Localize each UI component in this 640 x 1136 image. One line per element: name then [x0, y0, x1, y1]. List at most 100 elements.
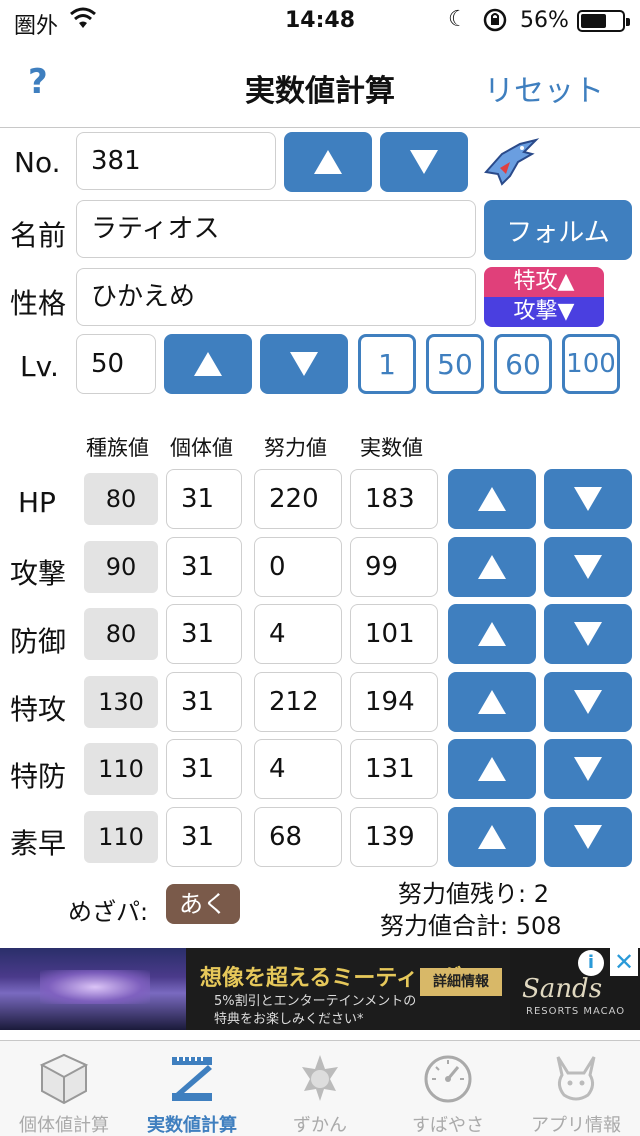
header-base: 種族値 [86, 436, 149, 460]
stat-base: 110 [84, 811, 158, 863]
stat-value-input[interactable]: 131 [350, 739, 438, 799]
pikachu-icon [556, 1056, 596, 1101]
speedometer-icon [424, 1055, 472, 1103]
ad-info-icon[interactable]: i [578, 950, 604, 976]
down-arrow-icon [574, 622, 602, 646]
lv-up-button[interactable] [164, 334, 252, 394]
down-arrow-icon [410, 150, 438, 174]
ad-image [0, 948, 186, 1030]
stat-ev-input[interactable]: 4 [254, 604, 342, 664]
tab-label: ずかん [293, 1115, 347, 1136]
lv-preset-50-button[interactable]: 50 [426, 334, 484, 394]
stat-iv-input[interactable]: 31 [166, 739, 242, 799]
moon-icon: ☾ [448, 7, 468, 32]
stat-ev-input[interactable]: 4 [254, 739, 342, 799]
stat-ev-input[interactable]: 0 [254, 537, 342, 597]
stat-down-button[interactable] [544, 739, 632, 799]
lv-preset-60-button[interactable]: 60 [494, 334, 552, 394]
stat-down-button[interactable] [544, 807, 632, 867]
tab-label: 実数値計算 [147, 1115, 237, 1136]
ev-remaining: 努力値残り: 2 [398, 880, 549, 908]
ad-close-icon[interactable]: ✕ [610, 948, 638, 976]
stat-down-button[interactable] [544, 672, 632, 732]
stat-iv-input[interactable]: 31 [166, 469, 242, 529]
reset-button[interactable]: リセット [484, 66, 604, 110]
ruler-z-icon [172, 1057, 212, 1101]
battery-percent: 56% [520, 8, 569, 33]
up-arrow-icon [478, 487, 506, 511]
down-arrow-icon [574, 487, 602, 511]
name-input[interactable]: ラティオス [76, 200, 476, 258]
stat-iv-input[interactable]: 31 [166, 807, 242, 867]
stat-up-button[interactable] [448, 739, 536, 799]
lv-input[interactable]: 50 [76, 334, 156, 394]
hidden-power-label: めざパ: [68, 898, 149, 926]
tab-bar: 個体値計算 実数値計算 ずかん すばやさ アプリ情報 [0, 1040, 640, 1136]
stat-value-input[interactable]: 99 [350, 537, 438, 597]
up-arrow-icon [478, 555, 506, 579]
ad-banner[interactable]: 想像を超えるミーティング 5%割引とエンターテインメントの 特典をお楽しみくださ… [0, 948, 640, 1030]
stat-iv-input[interactable]: 31 [166, 604, 242, 664]
nature-up-stat: 特攻▲ [484, 267, 604, 297]
header-ev: 努力値 [264, 436, 327, 460]
nature-down-stat: 攻撃▼ [484, 297, 604, 327]
form-button[interactable]: フォルム [484, 200, 632, 260]
ev-total: 努力値合計: 508 [380, 912, 562, 940]
header-iv: 個体値 [170, 436, 233, 460]
tab-app-info[interactable]: アプリ情報 [512, 1041, 640, 1136]
stat-value-input[interactable]: 183 [350, 469, 438, 529]
stat-iv-input[interactable]: 31 [166, 537, 242, 597]
tab-stat-calc[interactable]: 実数値計算 [128, 1041, 256, 1136]
up-arrow-icon [478, 825, 506, 849]
nature-label: 性格 [10, 287, 67, 320]
stat-base: 80 [84, 608, 158, 660]
tab-iv-calc[interactable]: 個体値計算 [0, 1041, 128, 1136]
stat-up-button[interactable] [448, 537, 536, 597]
header-value: 実数値 [360, 436, 423, 460]
lv-preset-1-button[interactable]: 1 [358, 334, 416, 394]
stat-ev-input[interactable]: 220 [254, 469, 342, 529]
stat-value-input[interactable]: 194 [350, 672, 438, 732]
up-arrow-icon [478, 757, 506, 781]
tab-pokedex[interactable]: ずかん [256, 1041, 384, 1136]
stat-value-input[interactable]: 101 [350, 604, 438, 664]
navigation-bar: ? 実数値計算 リセット [0, 40, 640, 128]
stat-up-button[interactable] [448, 672, 536, 732]
no-input[interactable]: 381 [76, 132, 276, 190]
tab-label: すばやさ [412, 1115, 484, 1136]
tab-label: 個体値計算 [19, 1115, 109, 1136]
down-arrow-icon [574, 757, 602, 781]
stat-up-button[interactable] [448, 807, 536, 867]
nature-input[interactable]: ひかえめ [76, 268, 476, 326]
stat-ev-input[interactable]: 212 [254, 672, 342, 732]
stat-ev-input[interactable]: 68 [254, 807, 342, 867]
ad-line-1: 5%割引とエンターテインメントの [214, 994, 417, 1009]
ad-brand-sub: RESORTS MACAO [526, 1006, 626, 1017]
stat-base: 90 [84, 541, 158, 593]
name-label: 名前 [10, 219, 67, 252]
stat-name: 素早 [10, 827, 67, 860]
no-down-button[interactable] [380, 132, 468, 192]
stat-base: 80 [84, 473, 158, 525]
down-arrow-icon [574, 690, 602, 714]
stat-value-input[interactable]: 139 [350, 807, 438, 867]
stat-down-button[interactable] [544, 537, 632, 597]
stat-iv-input[interactable]: 31 [166, 672, 242, 732]
stat-name: 特防 [10, 760, 67, 793]
stat-down-button[interactable] [544, 604, 632, 664]
stat-up-button[interactable] [448, 604, 536, 664]
ad-detail-button[interactable]: 詳細情報 [420, 968, 502, 996]
nature-effect-badge: 特攻▲ 攻撃▼ [484, 267, 604, 327]
lv-preset-100-button[interactable]: 100 [562, 334, 620, 394]
no-up-button[interactable] [284, 132, 372, 192]
battery-icon [577, 10, 630, 32]
up-arrow-icon [194, 352, 222, 376]
pokemon-silhouette-icon [302, 1055, 338, 1101]
stat-up-button[interactable] [448, 469, 536, 529]
rotation-lock-icon [483, 8, 507, 32]
tab-speed[interactable]: すばやさ [384, 1041, 512, 1136]
lv-label: Lv. [20, 350, 59, 383]
stat-down-button[interactable] [544, 469, 632, 529]
ad-brand-logo: Sands [522, 974, 603, 1004]
lv-down-button[interactable] [260, 334, 348, 394]
